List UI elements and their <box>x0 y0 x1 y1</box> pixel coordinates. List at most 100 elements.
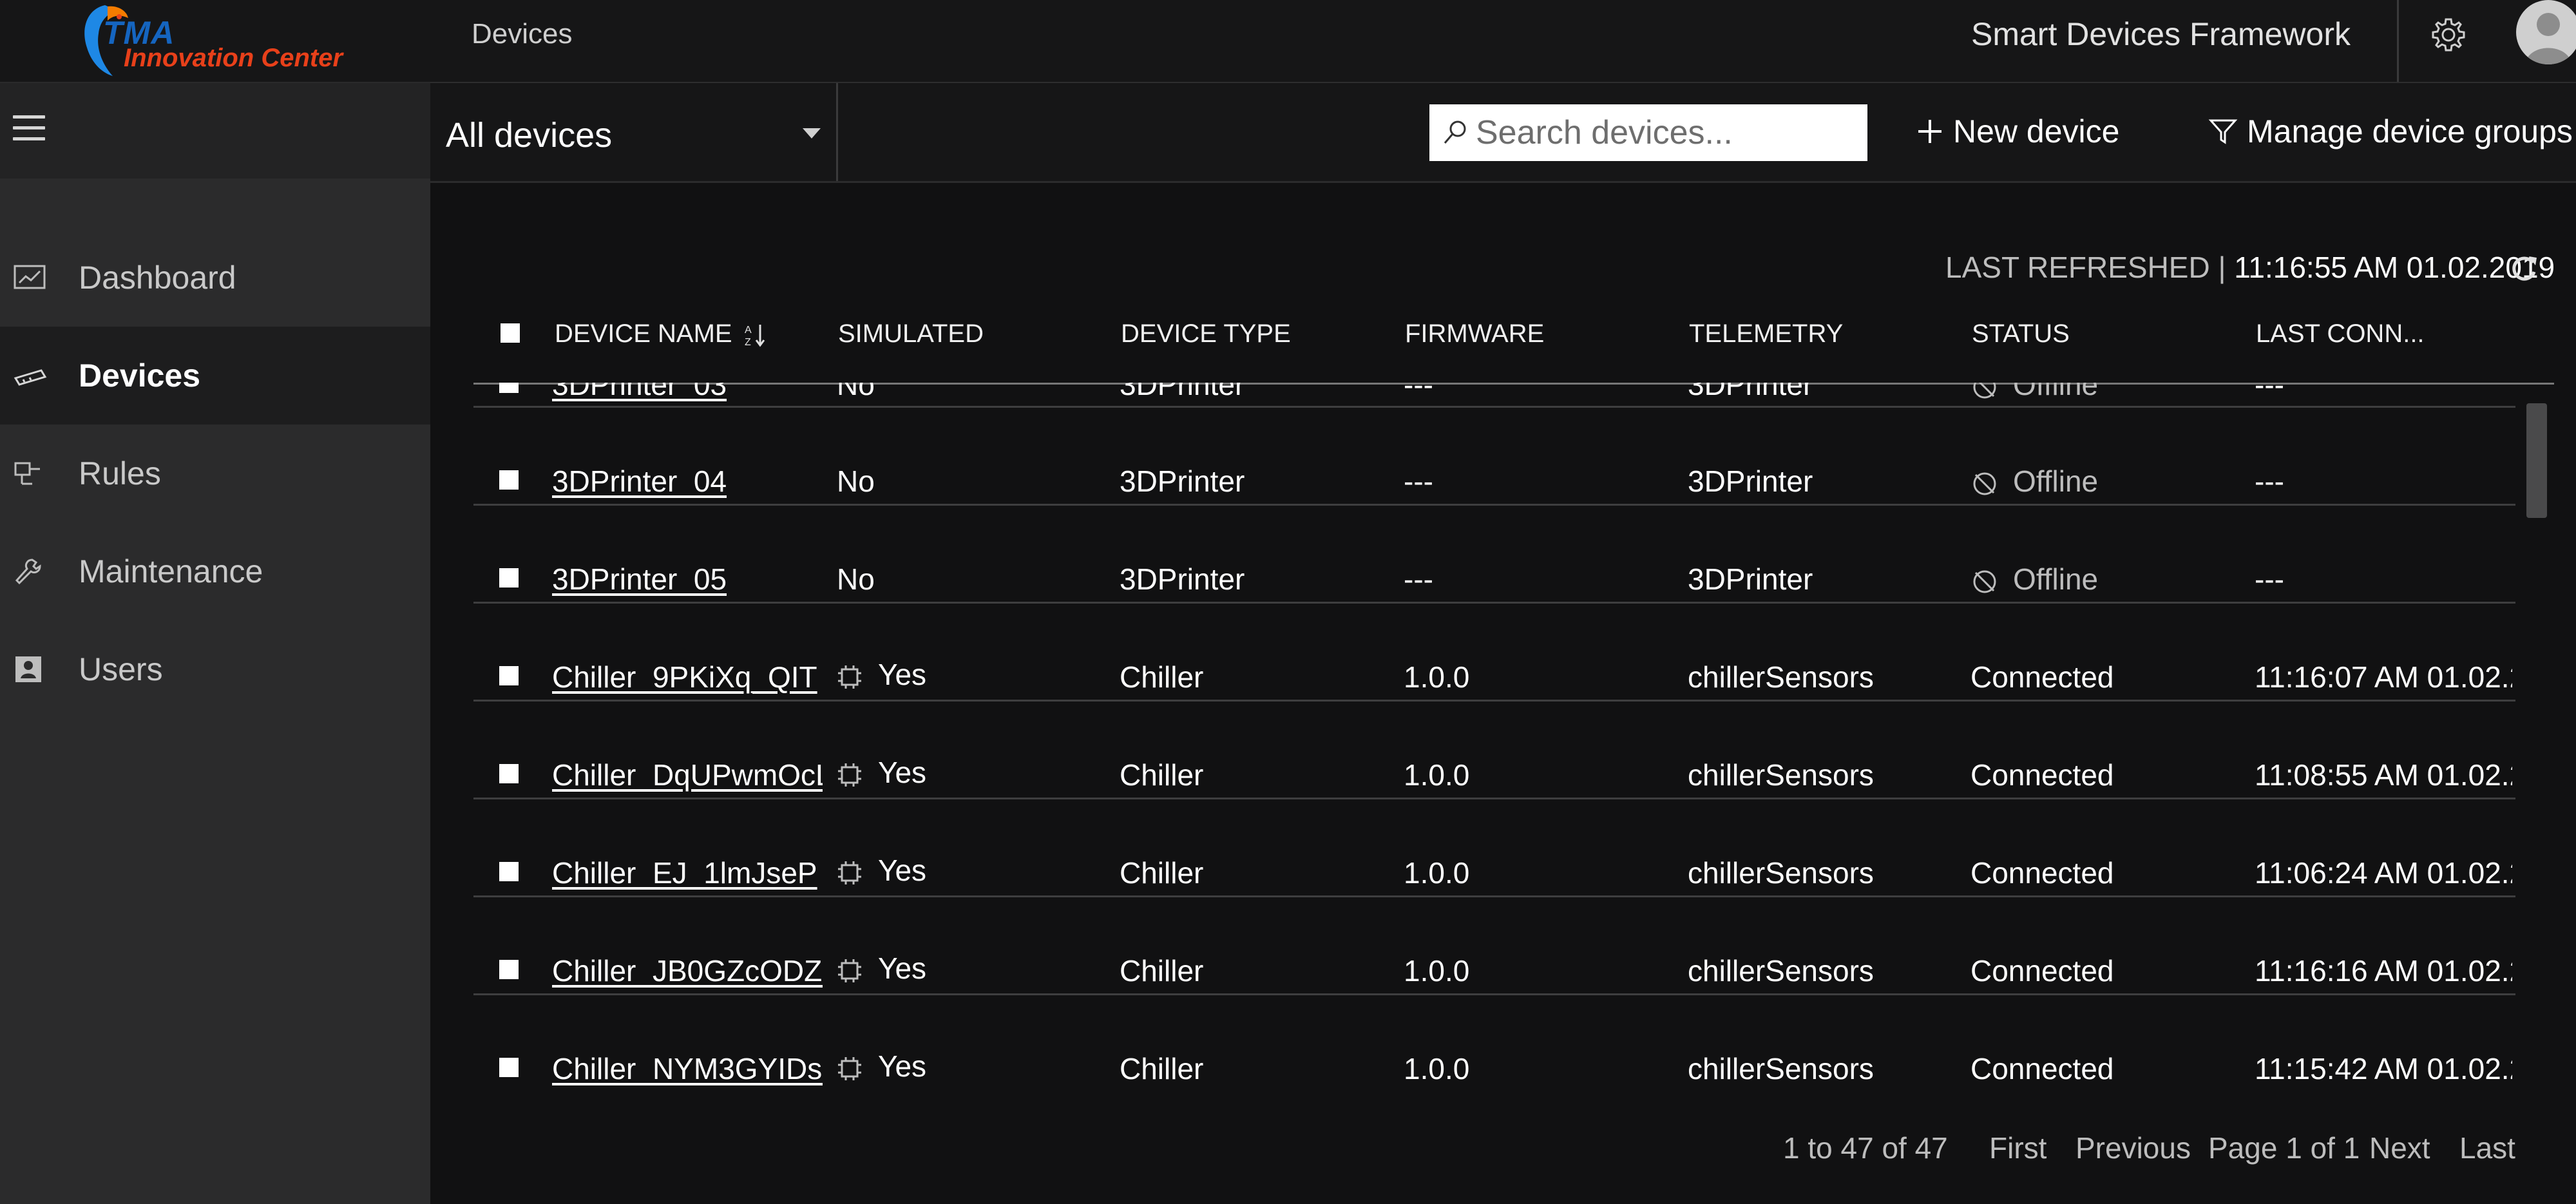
select-all-checkbox[interactable] <box>501 323 520 343</box>
firmware-cell: 1.0.0 <box>1404 660 1470 694</box>
column-header-simulated[interactable]: SIMULATED <box>838 308 984 383</box>
users-icon <box>15 656 41 682</box>
search-input[interactable] <box>1476 104 1856 161</box>
device-name-link[interactable]: Chiller_DqUPwmOcL <box>552 758 823 792</box>
column-header-firmware[interactable]: FIRMWARE <box>1405 308 1544 383</box>
pagination-summary: 1 to 47 of 47 <box>1783 1131 1948 1165</box>
device-name-link[interactable]: Chiller_EJ_1lmJseP <box>552 856 817 890</box>
telemetry-cell: chillerSensors <box>1688 856 1874 890</box>
device-name-link[interactable]: Chiller_JB0GZcODZa <box>552 954 823 988</box>
column-header-telemetry[interactable]: TELEMETRY <box>1689 308 1843 383</box>
telemetry-cell: chillerSensors <box>1688 954 1874 988</box>
simulated-cell: No <box>837 562 875 596</box>
device-group-selected: All devices <box>446 116 613 155</box>
row-checkbox[interactable] <box>499 1058 519 1077</box>
sidebar: Dashboard Devices Rules Maintenance User… <box>0 83 430 1204</box>
column-header-device-name[interactable]: DEVICE NAME A Z <box>555 308 767 383</box>
device-name-cell[interactable]: Chiller_NYM3GYIDsE <box>552 1051 823 1086</box>
table-row[interactable]: Chiller_JB0GZcODZa Yes Chiller 1.0.0 chi… <box>473 895 2515 995</box>
column-header-status[interactable]: STATUS <box>1972 308 2070 383</box>
firmware-cell: 1.0.0 <box>1404 856 1470 890</box>
pagination-last-button[interactable]: Last <box>2459 1131 2515 1165</box>
status-cell: Offline <box>1970 562 2098 597</box>
device-table-body[interactable]: 3DPrinter_03 No 3DPrinter --- 3DPrinter … <box>473 383 2522 1112</box>
user-avatar[interactable] <box>2516 0 2576 64</box>
table-row[interactable]: 3DPrinter_03 No 3DPrinter --- 3DPrinter … <box>473 383 2515 408</box>
sidebar-item-maintenance[interactable]: Maintenance <box>0 522 430 620</box>
offline-icon <box>1973 570 1996 593</box>
status-cell: Offline <box>1970 464 2098 499</box>
new-device-button[interactable]: New device <box>1916 113 2119 150</box>
device-name-cell[interactable]: 3DPrinter_04 <box>552 464 823 499</box>
table-scrollbar-thumb[interactable] <box>2526 403 2547 518</box>
device-name-link[interactable]: 3DPrinter_03 <box>552 383 727 401</box>
row-checkbox[interactable] <box>499 960 519 979</box>
device-name-link[interactable]: 3DPrinter_04 <box>552 464 727 498</box>
last-connection-cell: 11:16:16 AM 01.02.20 <box>2255 954 2512 988</box>
device-name-cell[interactable]: Chiller_DqUPwmOcL <box>552 758 823 792</box>
gear-icon[interactable] <box>2429 15 2468 54</box>
context-bar: All devices New device Manage device gro… <box>430 83 2576 183</box>
simulated-label: Yes <box>878 854 927 887</box>
pagination-page-info: Page 1 of 1 <box>2208 1131 2360 1165</box>
brand-logo[interactable]: TMA Innovation Center <box>0 0 430 83</box>
pagination-next-button[interactable]: Next <box>2369 1131 2430 1165</box>
row-checkbox[interactable] <box>499 862 519 881</box>
search-box[interactable] <box>1429 104 1867 161</box>
device-name-cell[interactable]: 3DPrinter_03 <box>552 383 823 402</box>
hamburger-menu-icon[interactable] <box>13 115 45 144</box>
sidebar-item-users[interactable]: Users <box>0 620 430 718</box>
status-label: Offline <box>2013 562 2099 596</box>
sidebar-item-label: Devices <box>79 358 201 394</box>
last-connection-cell: 11:16:07 AM 01.02.20 <box>2255 660 2512 694</box>
sidebar-item-label: Rules <box>79 455 161 492</box>
row-checkbox[interactable] <box>499 666 519 685</box>
device-name-link[interactable]: 3DPrinter_05 <box>552 562 727 596</box>
device-name-link[interactable]: Chiller_NYM3GYIDsE <box>552 1052 823 1085</box>
row-checkbox[interactable] <box>499 568 519 588</box>
device-type-cell: Chiller <box>1120 758 1204 792</box>
row-checkbox[interactable] <box>499 383 519 393</box>
sidebar-item-rules[interactable]: Rules <box>0 425 430 522</box>
pagination-first-button[interactable]: First <box>1989 1131 2046 1165</box>
manage-device-groups-label: Manage device groups <box>2247 113 2573 149</box>
search-icon <box>1444 120 1466 144</box>
sort-icon[interactable]: A Z <box>745 322 767 348</box>
status-label: Offline <box>2013 383 2099 401</box>
table-row[interactable]: Chiller_DqUPwmOcL Yes Chiller 1.0.0 chil… <box>473 700 2515 799</box>
offline-icon <box>1973 472 1996 495</box>
maintenance-icon <box>15 559 41 585</box>
device-name-cell[interactable]: Chiller_9PKiXq_QIT <box>552 660 823 694</box>
app-title: Smart Devices Framework <box>1971 16 2351 52</box>
brand-subtitle: Innovation Center <box>124 44 343 72</box>
manage-device-groups-button[interactable]: Manage device groups <box>2208 113 2573 150</box>
top-bar: Devices Smart Devices Framework <box>430 0 2576 83</box>
column-header-last-connection[interactable]: LAST CONN... <box>2256 308 2425 383</box>
device-type-cell: Chiller <box>1120 856 1204 890</box>
column-header-device-type[interactable]: DEVICE TYPE <box>1121 308 1291 383</box>
status-cell: Connected <box>1970 1052 2114 1085</box>
table-row[interactable]: 3DPrinter_05 No 3DPrinter --- 3DPrinter … <box>473 504 2515 604</box>
simulated-label: Yes <box>878 658 927 691</box>
last-refreshed-label: LAST REFRESHED | <box>1945 251 2226 284</box>
refresh-icon[interactable] <box>2507 253 2541 286</box>
device-group-dropdown[interactable]: All devices <box>430 83 838 181</box>
row-checkbox[interactable] <box>499 470 519 490</box>
table-row[interactable]: Chiller_NYM3GYIDsE Yes Chiller 1.0.0 chi… <box>473 993 2515 1091</box>
device-type-cell: 3DPrinter <box>1120 464 1245 498</box>
device-name-link[interactable]: Chiller_9PKiXq_QIT <box>552 660 817 694</box>
sidebar-item-devices[interactable]: Devices <box>0 327 430 425</box>
table-row[interactable]: Chiller_EJ_1lmJseP Yes Chiller 1.0.0 chi… <box>473 798 2515 897</box>
sidebar-item-dashboard[interactable]: Dashboard <box>0 229 430 327</box>
device-name-cell[interactable]: Chiller_JB0GZcODZa <box>552 953 823 988</box>
pagination-previous-button[interactable]: Previous <box>2075 1131 2191 1165</box>
device-name-cell[interactable]: 3DPrinter_05 <box>552 562 823 597</box>
new-device-label: New device <box>1953 113 2120 149</box>
last-connection-cell: --- <box>2255 562 2284 596</box>
table-row[interactable]: 3DPrinter_04 No 3DPrinter --- 3DPrinter … <box>473 406 2515 506</box>
row-checkbox[interactable] <box>499 764 519 783</box>
device-name-cell[interactable]: Chiller_EJ_1lmJseP <box>552 855 823 890</box>
telemetry-cell: chillerSensors <box>1688 1052 1874 1085</box>
telemetry-cell: chillerSensors <box>1688 758 1874 792</box>
table-row[interactable]: Chiller_9PKiXq_QIT Yes Chiller 1.0.0 chi… <box>473 602 2515 702</box>
